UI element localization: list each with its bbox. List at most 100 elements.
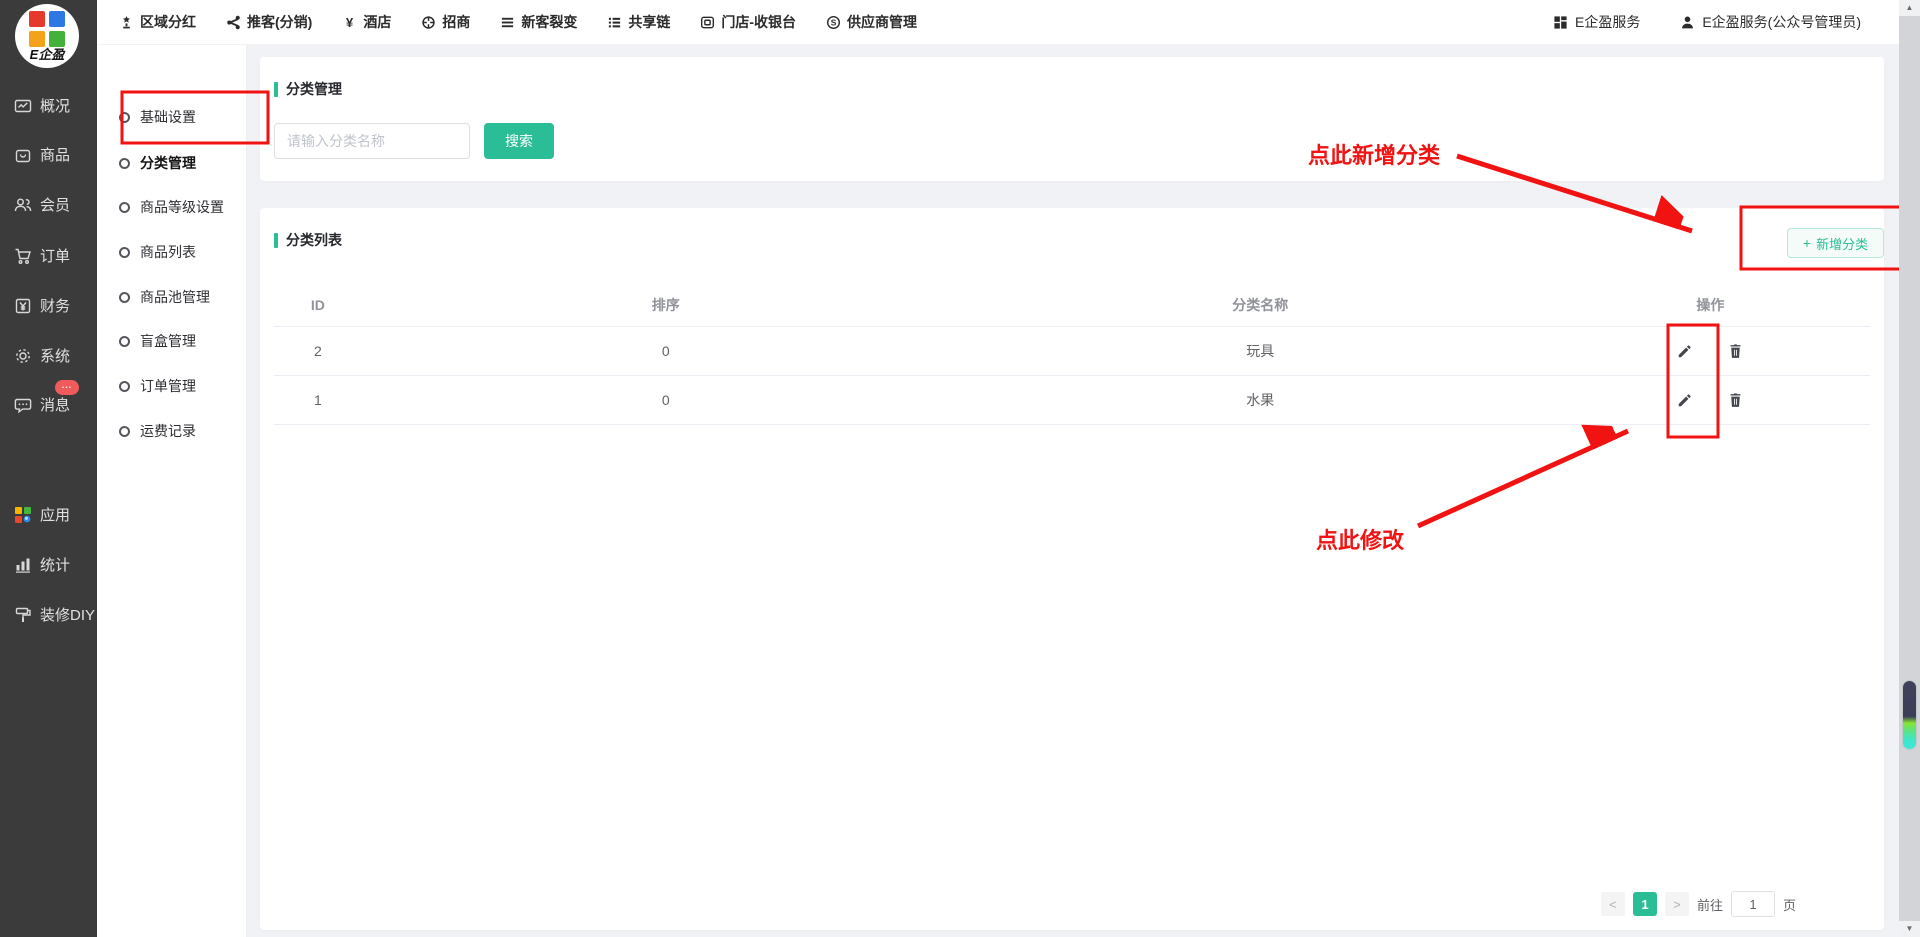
add-category-label: 新增分类	[1816, 234, 1868, 253]
sidebar-item-finance[interactable]: 财务	[13, 295, 70, 316]
menu-lines-icon	[500, 15, 515, 30]
table-header-row: ID 排序 分类名称 操作	[274, 284, 1870, 327]
sidebar-item-label: 应用	[40, 504, 70, 525]
topnav-item-label: 门店-收银台	[721, 12, 796, 32]
pencil-icon	[1676, 392, 1693, 409]
cell-name: 水果	[970, 390, 1551, 410]
region-dividend-icon	[119, 15, 134, 30]
sidebar-item-goods[interactable]: 商品	[13, 144, 70, 165]
submenu-item-label: 运费记录	[140, 421, 196, 441]
bar-chart-icon	[13, 555, 33, 575]
submenu-item-category-management[interactable]: 分类管理	[119, 153, 196, 173]
category-search-card: 分类管理 搜索	[260, 57, 1884, 181]
goto-page-input[interactable]	[1731, 891, 1775, 917]
scroll-up-arrow-icon[interactable]: ▲	[1899, 0, 1920, 16]
app-logo[interactable]: E企盈	[15, 4, 79, 68]
user-icon	[1680, 15, 1695, 30]
search-button[interactable]: 搜索	[484, 123, 554, 159]
next-page-button[interactable]: >	[1665, 892, 1689, 916]
submenu-item-label: 订单管理	[140, 376, 196, 396]
topnav-item-sharing-chain[interactable]: 共享链	[607, 12, 670, 32]
scroll-down-arrow-icon[interactable]: ▼	[1899, 921, 1920, 937]
svg-text:S: S	[831, 17, 837, 27]
supplier-icon: S	[826, 15, 841, 30]
main-content: 分类管理 搜索 分类列表 + 新增分类 ID 排序 分类名称 操作	[247, 45, 1899, 937]
topnav-item-store-pos[interactable]: 门店-收银台	[700, 12, 796, 32]
wheel-icon	[421, 15, 436, 30]
page-scrollbar[interactable]: ▲ ▼	[1899, 0, 1920, 937]
page-button-1[interactable]: 1	[1633, 892, 1657, 916]
submenu-item-goods-pool-management[interactable]: 商品池管理	[119, 287, 210, 307]
edit-button[interactable]	[1674, 341, 1695, 362]
sidebar-item-label: 系统	[40, 345, 70, 366]
search-card-title-text: 分类管理	[286, 79, 342, 99]
search-card-title: 分类管理	[274, 79, 342, 99]
sidebar-item-label: 财务	[40, 295, 70, 316]
delete-button[interactable]	[1725, 390, 1746, 411]
sidebar-item-members[interactable]: 会员	[13, 194, 70, 215]
scrollbar-thumb[interactable]	[1903, 681, 1916, 749]
list-icon	[607, 15, 622, 30]
cell-actions	[1551, 390, 1870, 411]
sidebar-item-decorate-diy[interactable]: 装修DIY	[13, 604, 95, 625]
cell-sort: 0	[362, 343, 970, 359]
topnav-item-region-dividend[interactable]: 区域分红	[119, 12, 196, 32]
topnav-item-investment[interactable]: 招商	[421, 12, 470, 32]
members-icon	[13, 195, 33, 215]
topnav-item-label: 推客(分销)	[247, 12, 312, 32]
topnav-item-label: 区域分红	[140, 12, 196, 32]
edit-button[interactable]	[1674, 390, 1695, 411]
delete-button[interactable]	[1725, 341, 1746, 362]
sidebar-item-system[interactable]: 系统	[13, 345, 70, 366]
plus-icon: +	[1803, 236, 1811, 250]
sidebar-item-label: 统计	[40, 554, 70, 575]
submenu-item-goods-level-settings[interactable]: 商品等级设置	[119, 197, 224, 217]
store-terminal-icon	[700, 15, 715, 30]
radio-circle-icon	[119, 202, 130, 213]
cell-id: 1	[274, 392, 362, 408]
radio-circle-icon	[119, 381, 130, 392]
topnav-account[interactable]: E企盈服务(公众号管理员)	[1680, 12, 1861, 32]
topnav-service-switcher[interactable]: E企盈服务	[1553, 12, 1640, 32]
title-accent-bar	[274, 82, 278, 97]
submenu-item-goods-list[interactable]: 商品列表	[119, 242, 196, 262]
topnav-item-hotel[interactable]: ¥ 酒店	[342, 12, 391, 32]
col-header-sort: 排序	[362, 295, 970, 315]
submenu-item-label: 基础设置	[140, 107, 196, 127]
radio-circle-icon	[119, 158, 130, 169]
sidebar-item-overview[interactable]: 概况	[13, 95, 70, 116]
topnav-item-label: 新客裂变	[521, 12, 577, 32]
col-header-actions: 操作	[1551, 295, 1870, 315]
annotation-edit-note: 点此修改	[1316, 523, 1404, 555]
sidebar-item-messages[interactable]: 消息	[13, 394, 70, 415]
submenu-item-order-management[interactable]: 订单管理	[119, 376, 196, 396]
add-category-button[interactable]: + 新增分类	[1787, 228, 1884, 258]
prev-page-button[interactable]: <	[1601, 892, 1625, 916]
category-name-input[interactable]	[274, 123, 470, 159]
sidebar-item-apps[interactable]: 应用	[13, 504, 70, 525]
radio-circle-icon	[119, 292, 130, 303]
submenu-item-shipping-records[interactable]: 运费记录	[119, 421, 196, 441]
sidebar-item-orders[interactable]: 订单	[13, 245, 70, 266]
pencil-icon	[1676, 343, 1693, 360]
submenu-item-label: 商品列表	[140, 242, 196, 262]
annotation-add-note: 点此新增分类	[1308, 138, 1440, 170]
messages-badge: ...	[55, 380, 79, 395]
col-header-id: ID	[274, 297, 362, 313]
apps-icon	[13, 505, 33, 525]
submenu-item-label: 商品池管理	[140, 287, 210, 307]
gear-icon	[13, 346, 33, 366]
table-row: 1 0 水果	[274, 376, 1870, 425]
topnav-item-supplier-management[interactable]: S 供应商管理	[826, 12, 917, 32]
sidebar-item-statistics[interactable]: 统计	[13, 554, 70, 575]
radio-circle-icon	[119, 247, 130, 258]
radio-circle-icon	[119, 336, 130, 347]
submenu-item-basic-settings[interactable]: 基础设置	[119, 107, 196, 127]
logo-mark-icon	[29, 11, 65, 47]
submenu-item-blind-box-management[interactable]: 盲盒管理	[119, 331, 196, 351]
topnav-item-label: 酒店	[363, 12, 391, 32]
cell-actions	[1551, 341, 1870, 362]
topnav-item-new-customer-fission[interactable]: 新客裂变	[500, 12, 577, 32]
yen-icon: ¥	[342, 15, 357, 30]
topnav-item-promoter-distribution[interactable]: 推客(分销)	[226, 12, 312, 32]
